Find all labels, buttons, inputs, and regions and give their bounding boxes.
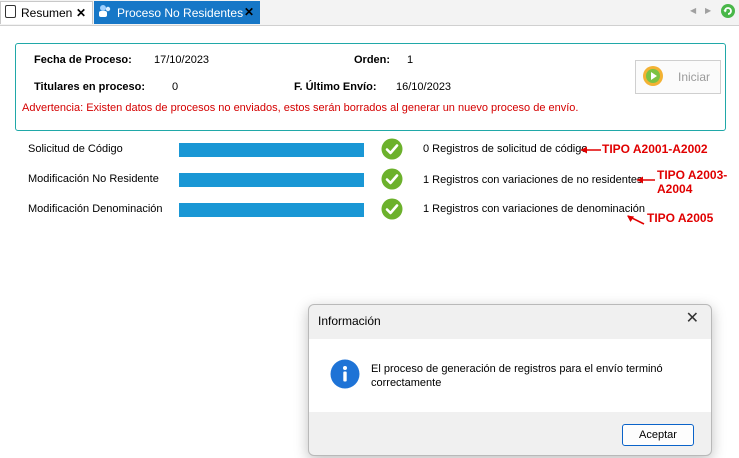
tab-strip: Resumen ✕ Proceso No Residentes ✕ ◀ ▶ (0, 0, 739, 26)
tipo-annotation-3: TIPO A2005 (647, 211, 714, 225)
titulares-value: 0 (172, 81, 179, 93)
result-no-residente: 1 Registros con variaciones de no reside… (423, 174, 643, 186)
refresh-icon[interactable] (720, 3, 736, 22)
progress-bar-solicitud (179, 143, 364, 157)
orden-label: Orden: (354, 54, 391, 66)
tipo-annotation-2a: TIPO A2003- (657, 168, 728, 182)
tab-proceso-no-residentes[interactable]: Proceso No Residentes ✕ (94, 1, 260, 24)
process-info-panel: Fecha de Proceso: 17/10/2023 Orden: 1 Ti… (15, 43, 726, 131)
fecha-proceso-label: Fecha de Proceso: (34, 54, 132, 66)
play-icon (642, 65, 664, 90)
aceptar-button[interactable]: Aceptar (622, 424, 694, 446)
close-icon[interactable]: ✕ (686, 311, 699, 327)
tipo-annotation-1: TIPO A2001-A2002 (602, 142, 708, 156)
tab-label: Proceso No Residentes (117, 5, 244, 20)
scroll-right-icon[interactable]: ▶ (705, 6, 711, 15)
info-icon (330, 359, 360, 392)
scroll-left-icon[interactable]: ◀ (690, 6, 696, 15)
dialog-title: Información (318, 314, 381, 328)
dialog-message: El proceso de generación de registros pa… (371, 363, 663, 389)
ultimo-envio-value: 16/10/2023 (396, 81, 452, 93)
warning-message: Advertencia: Existen datos de procesos n… (22, 102, 579, 114)
iniciar-label: Iniciar (678, 70, 711, 84)
row-label-no-residente: Modificación No Residente (28, 173, 159, 185)
fecha-proceso-value: 17/10/2023 (154, 54, 210, 66)
progress-bar-no-residente (179, 173, 364, 187)
progress-bar-denominacion (179, 203, 364, 217)
tab-label: Resumen (21, 6, 73, 20)
close-icon[interactable]: ✕ (76, 7, 86, 19)
users-icon (98, 4, 112, 21)
arrow-left-icon (581, 146, 601, 154)
check-icon (381, 138, 403, 160)
result-solicitud: 0 Registros de solicitud de código (423, 143, 588, 155)
check-icon (381, 168, 403, 190)
dialog-body: El proceso de generación de registros pa… (309, 339, 711, 412)
close-icon[interactable]: ✕ (244, 6, 254, 18)
row-label-denominacion: Modificación Denominación (28, 203, 163, 215)
result-denominacion: 1 Registros con variaciones de denominac… (423, 203, 645, 215)
arrow-left-icon (637, 176, 655, 184)
document-icon (5, 5, 16, 21)
ultimo-envio-label: F. Último Envío: (294, 81, 377, 93)
row-label-solicitud: Solicitud de Código (28, 143, 123, 155)
tab-resumen[interactable]: Resumen ✕ (0, 1, 93, 24)
arrow-up-left-icon (627, 215, 645, 225)
info-dialog: Información ✕ El proceso de generación d… (308, 304, 712, 456)
iniciar-button[interactable]: Iniciar (635, 60, 721, 94)
titulares-label: Titulares en proceso: (34, 81, 146, 93)
orden-value: 1 (407, 54, 414, 66)
tipo-annotation-2b: A2004 (657, 182, 693, 196)
check-icon (381, 198, 403, 220)
